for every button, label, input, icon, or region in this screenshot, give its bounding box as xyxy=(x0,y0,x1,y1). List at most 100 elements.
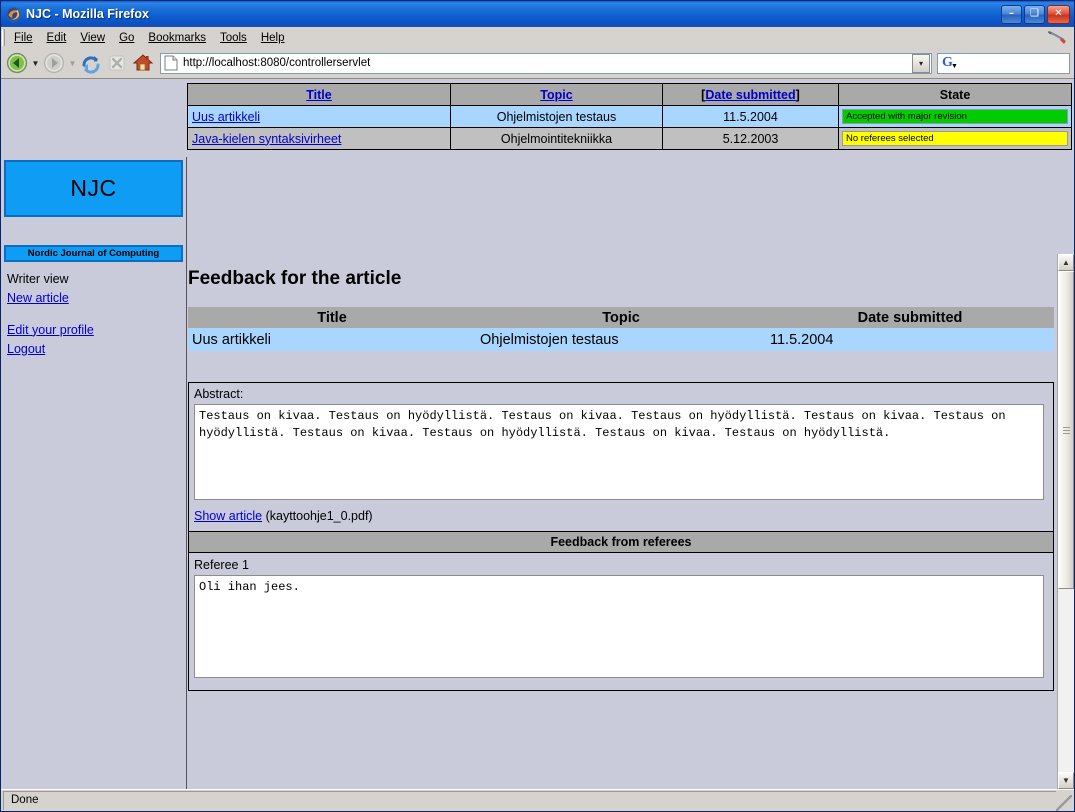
cell-topic: Ohjelmointitekniikka xyxy=(450,127,663,150)
sidebar-item-logout[interactable]: Logout xyxy=(7,340,180,359)
sort-title-link[interactable]: Title xyxy=(306,88,331,102)
firefox-icon xyxy=(5,6,22,23)
menu-item-bookmarks-label: Bookmarks xyxy=(148,31,206,44)
search-engine-chevron-down-icon[interactable]: ▼ xyxy=(951,63,958,70)
column-header-title[interactable]: Title xyxy=(187,83,451,106)
article-title-link[interactable]: Java-kielen syntaksivirheet xyxy=(192,132,341,146)
window-controls: – ❑ ✕ xyxy=(1001,4,1072,24)
navigation-toolbar: ▼ ▼ http://localhost:8080/controllerserv… xyxy=(1,48,1074,78)
column-header-title: Title xyxy=(188,307,476,328)
column-header-date-submitted: Date submitted xyxy=(766,307,1054,328)
forward-history-chevron-down-icon: ▼ xyxy=(68,58,77,68)
sidebar-item-edit-profile[interactable]: Edit your profile xyxy=(7,321,180,340)
sidebar-item-new-article[interactable]: New article xyxy=(7,289,180,308)
menu-item-go-label: Go xyxy=(119,31,135,44)
status-text: Done xyxy=(3,791,1056,810)
stop-button xyxy=(105,51,129,75)
table-header-row: Title Topic Date submitted xyxy=(188,307,1054,328)
menu-item-help[interactable]: Help xyxy=(254,30,292,46)
google-icon[interactable]: G ▼ xyxy=(942,56,958,70)
column-header-topic[interactable]: Topic xyxy=(450,83,663,106)
article-file-name: (kayttoohje1_0.pdf) xyxy=(265,509,373,523)
menu-item-help-label: Help xyxy=(260,31,285,44)
njc-banner[interactable]: Nordic Journal of Computing xyxy=(4,245,183,262)
back-history-chevron-down-icon[interactable]: ▼ xyxy=(31,51,40,75)
menu-item-file[interactable]: File xyxy=(7,30,40,46)
cell-date: 5.12.2003 xyxy=(662,127,839,150)
cell-title[interactable]: Uus artikkeli xyxy=(187,105,451,128)
article-list-table: Title Topic [Date submitted] State Uus a… xyxy=(187,83,1072,150)
window-title: NJC - Mozilla Firefox xyxy=(26,7,149,21)
close-button[interactable]: ✕ xyxy=(1047,4,1070,24)
back-button[interactable] xyxy=(5,51,29,75)
url-text[interactable]: http://localhost:8080/controllerservlet xyxy=(183,57,912,69)
content-vertical-scrollbar[interactable]: ▲ ▼ xyxy=(1057,254,1074,789)
browser-window: NJC - Mozilla Firefox – ❑ ✕ File Edit Vi… xyxy=(0,0,1075,812)
menu-item-file-label: File xyxy=(14,31,33,44)
scrollbar-grip-icon xyxy=(1062,426,1070,434)
abstract-label: Abstract: xyxy=(194,387,244,401)
minimize-button[interactable]: – xyxy=(1001,4,1022,24)
sidebar-frame: NJC Nordic Journal of Computing Writer v… xyxy=(1,157,187,789)
sort-date-link[interactable]: Date submitted xyxy=(705,88,795,102)
article-info-table: Title Topic Date submitted Uus artikkeli… xyxy=(188,307,1054,351)
column-header-date-submitted[interactable]: [Date submitted] xyxy=(662,83,839,106)
resize-grip-icon[interactable] xyxy=(1056,795,1072,811)
search-box[interactable]: G ▼ xyxy=(937,52,1070,74)
sort-date-bracket-close: ] xyxy=(795,87,800,102)
home-button[interactable] xyxy=(131,51,155,75)
njc-logo[interactable]: NJC xyxy=(4,160,183,217)
close-icon: ✕ xyxy=(1054,8,1063,19)
show-article-link[interactable]: Show article xyxy=(194,509,262,523)
scrollbar-thumb[interactable] xyxy=(1058,271,1074,589)
menu-item-bookmarks[interactable]: Bookmarks xyxy=(141,30,213,46)
url-bar[interactable]: http://localhost:8080/controllerservlet … xyxy=(160,52,932,74)
content-frame: Feedback for the article Title Topic Dat… xyxy=(188,254,1074,789)
menu-item-tools-label: Tools xyxy=(219,31,247,44)
sidebar-view-label: Writer view xyxy=(7,272,69,286)
table-row[interactable]: Uus artikkeli Ohjelmistojen testaus 11.5… xyxy=(187,105,1072,128)
abstract-panel: Abstract: Testaus on kivaa. Testaus on h… xyxy=(188,382,1054,532)
menu-item-go[interactable]: Go xyxy=(112,30,141,46)
maximize-icon: ❑ xyxy=(1030,8,1039,19)
cell-topic: Ohjelmistojen testaus xyxy=(450,105,663,128)
abstract-textarea[interactable]: Testaus on kivaa. Testaus on hyödyllistä… xyxy=(194,404,1044,500)
reload-button[interactable] xyxy=(79,51,103,75)
cell-title[interactable]: Java-kielen syntaksivirheet xyxy=(187,127,451,150)
column-header-topic: Topic xyxy=(476,307,766,328)
column-header-state: State xyxy=(838,83,1072,106)
scroll-up-button[interactable]: ▲ xyxy=(1058,254,1074,271)
feedback-section-title: Feedback from referees xyxy=(189,532,1053,553)
page-icon xyxy=(164,55,179,71)
cell-title: Uus artikkeli xyxy=(188,328,476,351)
scrollbar-track[interactable] xyxy=(1058,271,1074,772)
firefox-throbber-icon xyxy=(1044,28,1070,47)
show-article-row: Show article (kayttoohje1_0.pdf) xyxy=(189,500,1053,531)
menu-item-edit[interactable]: Edit xyxy=(40,30,74,46)
page-title: Feedback for the article xyxy=(188,268,402,289)
table-row[interactable]: Java-kielen syntaksivirheet Ohjelmointit… xyxy=(187,127,1072,150)
scroll-down-button[interactable]: ▼ xyxy=(1058,772,1074,789)
forward-button xyxy=(42,51,66,75)
page-frameset: Title Topic [Date submitted] State Uus a… xyxy=(1,78,1074,789)
status-badge: No referees selected xyxy=(842,131,1068,146)
maximize-button[interactable]: ❑ xyxy=(1024,4,1045,24)
toolbar-grip[interactable] xyxy=(2,29,5,46)
referee-label: Referee 1 xyxy=(194,558,249,572)
menu-item-view-label: View xyxy=(80,31,106,44)
menu-item-tools[interactable]: Tools xyxy=(213,30,254,46)
menu-item-view[interactable]: View xyxy=(73,30,112,46)
cell-state: No referees selected xyxy=(838,127,1072,150)
search-input[interactable] xyxy=(952,56,1069,70)
table-row: Uus artikkeli Ohjelmistojen testaus 11.5… xyxy=(188,328,1054,351)
status-bar: Done xyxy=(1,789,1074,811)
article-title-link[interactable]: Uus artikkeli xyxy=(192,110,260,124)
referee-feedback-panel: Feedback from referees Referee 1 Oli iha… xyxy=(188,532,1054,691)
sort-topic-link[interactable]: Topic xyxy=(540,88,572,102)
url-dropdown-chevron-down-icon[interactable]: ▾ xyxy=(912,53,930,73)
table-header-row: Title Topic [Date submitted] State xyxy=(187,83,1072,106)
content-padding: Feedback for the article Title Topic Dat… xyxy=(188,254,1057,691)
cell-date: 11.5.2004 xyxy=(662,105,839,128)
referee-feedback-textarea[interactable]: Oli ihan jees. xyxy=(194,575,1044,678)
status-badge: Accepted with major revision xyxy=(842,109,1068,124)
